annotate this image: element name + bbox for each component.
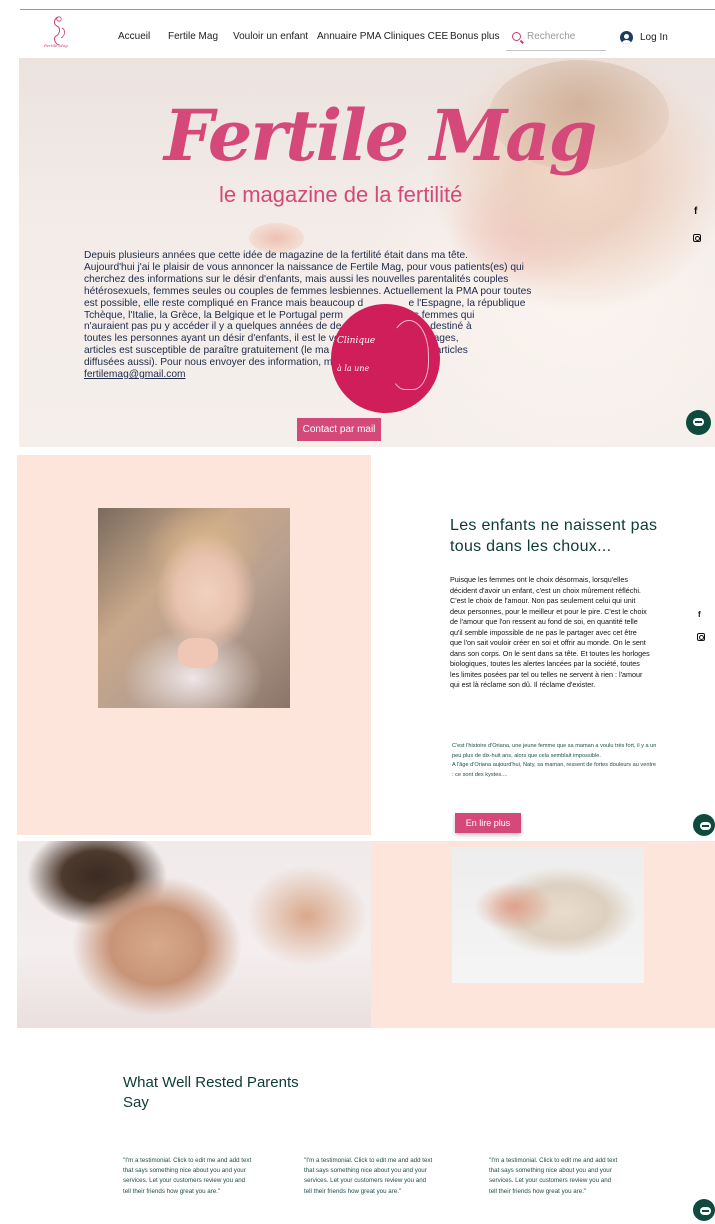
instagram-icon[interactable] (693, 234, 701, 242)
nav-item-accueil[interactable]: Accueil (118, 31, 150, 42)
chat-icon[interactable] (693, 814, 715, 836)
hero-line: diffusées aussi). Pour nous envoyer des … (84, 357, 411, 369)
nav-item-vouloir-un-enfant[interactable]: Vouloir un enfant (233, 31, 308, 42)
hero-banner: Fertile Mag le magazine de la fertilité … (19, 58, 715, 447)
email-link[interactable]: fertilemag@gmail.com (84, 369, 536, 381)
nav-item-fertile-mag[interactable]: Fertile Mag (168, 31, 218, 42)
testimonial-card: "I'm a testimonial. Click to edit me and… (123, 1157, 252, 1195)
chat-icon[interactable] (693, 1199, 715, 1221)
sleeping-baby-photo (17, 841, 371, 1028)
story-text: C'est l'histoire d'Oriana, une jeune fem… (452, 742, 657, 780)
nav-item-annuaire[interactable]: Annuaire PMA Cliniques CEE (317, 31, 448, 42)
swaddled-newborn-photo (452, 847, 644, 983)
hero-line: articles est susceptible de paraître gra… (84, 345, 468, 357)
hero-line: Tchèque, l'Italie, la Grèce, la Belgique… (84, 309, 475, 321)
bride-photo-hands (178, 638, 218, 668)
section-paragraph: Puisque les femmes ont le choix désormai… (450, 575, 650, 689)
bride-photo (98, 508, 290, 708)
testimonial-card: "I'm a testimonial. Click to edit me and… (489, 1157, 618, 1195)
nav-item-bonus-plus[interactable]: Bonus plus (450, 31, 499, 42)
testimonial-card: "I'm a testimonial. Click to edit me and… (304, 1157, 433, 1195)
logo-text: Fertile Mag (44, 43, 68, 48)
hero-body-text: Depuis plusieurs années que cette idée d… (84, 250, 536, 381)
chat-icon[interactable] (686, 410, 711, 435)
badge-line-2: à la une (337, 364, 370, 373)
contact-button[interactable]: Contact par mail (297, 418, 381, 441)
hero-line: cherchez des informations sur le désir d… (84, 273, 509, 285)
search-box[interactable] (506, 27, 606, 51)
read-more-button[interactable]: En lire plus (455, 813, 521, 833)
search-icon[interactable] (512, 32, 521, 41)
login-link[interactable]: Log In (640, 32, 668, 43)
story-paragraph-1: C'est l'histoire d'Oriana, une jeune fem… (452, 743, 657, 759)
user-avatar-icon[interactable] (620, 31, 633, 44)
top-divider (20, 9, 715, 10)
instagram-icon[interactable] (697, 633, 705, 641)
section-title: Les enfants ne naissent pas tous dans le… (450, 517, 658, 555)
hero-line: hétérosexuels, femmes seules ou couples … (84, 285, 532, 297)
hero-line: n'auraient pas pu y accéder il y a quelq… (84, 321, 472, 333)
pregnant-silhouette-icon (389, 320, 429, 390)
search-input[interactable] (527, 31, 605, 42)
testimonials-title: What Well Rested Parents Say (123, 1074, 299, 1111)
hero-title: Fertile Mag (164, 94, 597, 177)
story-paragraph-2: A l'âge d'Oriana aujourd'hui, Naty, sa m… (452, 762, 656, 778)
facebook-icon[interactable]: f (698, 610, 701, 619)
badge-line-1: Clinique (337, 336, 376, 346)
facebook-icon[interactable]: f (694, 206, 697, 217)
hero-line: est possible, elle reste compliqué en Fr… (84, 297, 526, 309)
hero-image-hand (249, 223, 304, 253)
hero-subtitle: le magazine de la fertilité (219, 182, 463, 207)
hero-line: Aujourd'hui j'ai le plaisir de vous anno… (84, 261, 524, 273)
hero-line: Depuis plusieurs années que cette idée d… (84, 250, 468, 261)
hero-line: toutes les personnes ayant un désir d'en… (84, 333, 459, 345)
